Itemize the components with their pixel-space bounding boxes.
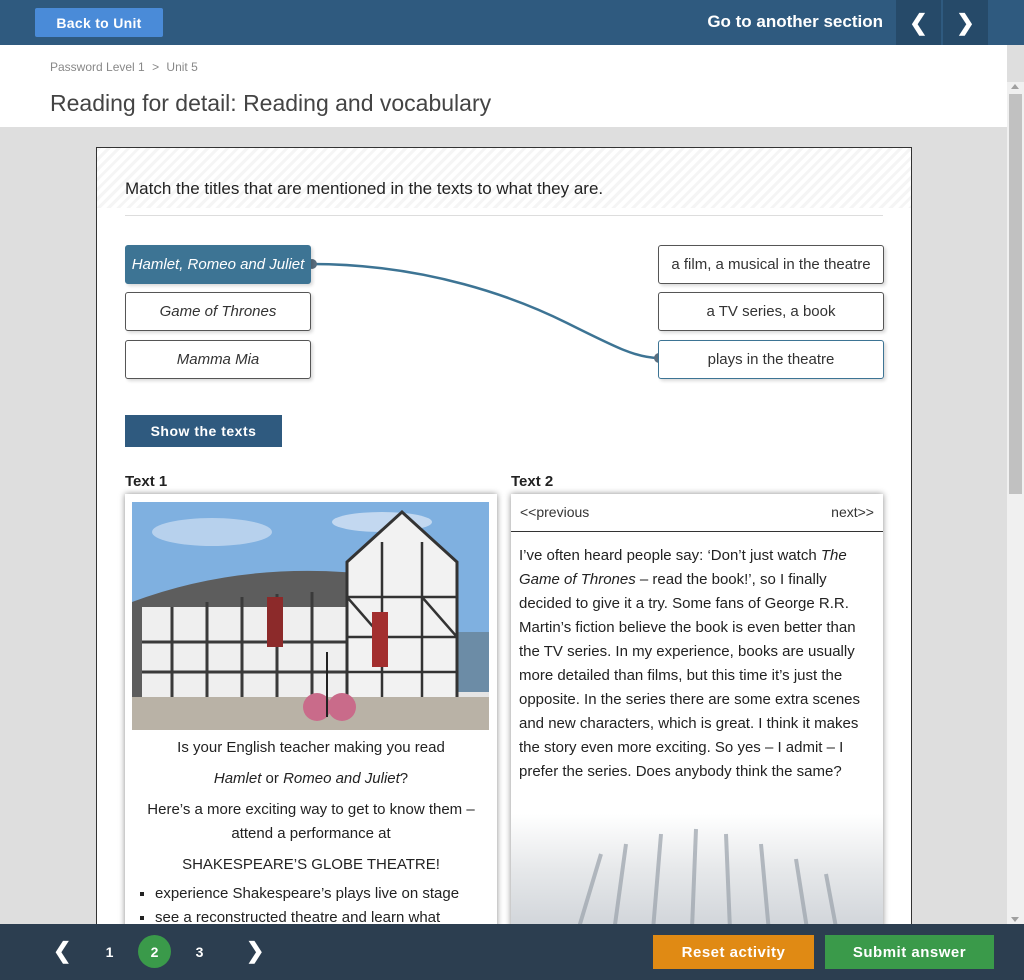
previous-page-button[interactable]: ❮ — [53, 938, 71, 964]
text2-heading: Text 2 — [511, 473, 554, 490]
breadcrumb: Password Level 1 > Unit 5 — [50, 60, 202, 74]
text1-title-hamlet: Hamlet — [213, 770, 262, 787]
text1-panel[interactable]: Is your English teacher making you read … — [125, 494, 497, 936]
globe-theatre-photo — [132, 502, 489, 730]
text1-bullet-list: experience Shakespeare’s plays live on s… — [125, 882, 497, 930]
page-1-button[interactable]: 1 — [93, 935, 126, 968]
list-item: experience Shakespeare’s plays live on s… — [155, 882, 497, 906]
text1-line2: Hamlet or Romeo and Juliet? — [125, 767, 497, 791]
bottom-navigation-bar: ❮ 1 2 3 ❯ Reset activity Submit answer — [0, 924, 1024, 980]
previous-text-link[interactable]: <<previous — [520, 504, 589, 520]
match-left-hamlet[interactable]: Hamlet, Romeo and Juliet — [125, 245, 311, 284]
text2-pager: <<previous next>> — [511, 494, 883, 532]
match-left-game-of-thrones[interactable]: Game of Thrones — [125, 292, 311, 331]
scrollbar-thumb[interactable] — [1009, 94, 1022, 494]
next-page-button[interactable]: ❯ — [246, 938, 264, 964]
text1-line4: SHAKESPEARE’S GLOBE THEATRE! — [182, 856, 440, 873]
breadcrumb-item-level[interactable]: Password Level 1 — [50, 60, 145, 74]
text2-body-part1: I’ve often heard people say: ‘Don’t just… — [519, 547, 821, 564]
match-left-mamma-mia[interactable]: Mamma Mia — [125, 340, 311, 379]
show-texts-button[interactable]: Show the texts — [125, 415, 282, 447]
back-to-unit-button[interactable]: Back to Unit — [35, 8, 163, 37]
page-3-button[interactable]: 3 — [183, 935, 216, 968]
top-bar: Back to Unit Go to another section ❮ ❯ — [0, 0, 1024, 45]
text2-panel[interactable]: <<previous next>> I’ve often heard peopl… — [511, 494, 883, 936]
text2-body: I’ve often heard people say: ‘Don’t just… — [519, 544, 871, 784]
page-2-button[interactable]: 2 — [138, 935, 171, 968]
activity-card: Match the titles that are mentioned in t… — [96, 147, 912, 937]
match-right-tv-series-book[interactable]: a TV series, a book — [658, 292, 884, 331]
submit-answer-button[interactable]: Submit answer — [825, 935, 994, 969]
text1-line3: Here’s a more exciting way to get to kno… — [147, 801, 475, 842]
previous-section-button[interactable]: ❮ — [896, 0, 941, 45]
text1-heading: Text 1 — [125, 473, 168, 490]
scroll-down-arrow-icon[interactable] — [1011, 917, 1019, 922]
chevron-left-icon: ❮ — [909, 9, 928, 35]
text1-question-mark: ? — [399, 770, 409, 787]
page-scrollbar[interactable] — [1007, 82, 1024, 924]
text2-body-part2: – read the book!’, so I finally decided … — [519, 571, 861, 780]
text1-body: Is your English teacher making you read … — [125, 732, 497, 930]
breadcrumb-item-unit[interactable]: Unit 5 — [166, 60, 197, 74]
page-header: Password Level 1 > Unit 5 Reading for de… — [0, 45, 1007, 127]
go-to-another-section-label[interactable]: Go to another section — [707, 12, 883, 32]
text1-title-romeo: Romeo and Juliet — [283, 770, 400, 787]
match-right-plays-theatre[interactable]: plays in the theatre — [658, 340, 884, 379]
reset-activity-button[interactable]: Reset activity — [653, 935, 814, 969]
scroll-up-arrow-icon[interactable] — [1011, 84, 1019, 89]
text1-line1: Is your English teacher making you read — [177, 739, 445, 756]
next-text-link[interactable]: next>> — [831, 504, 874, 520]
chevron-right-icon: ❯ — [956, 9, 975, 35]
text1-or: or — [261, 770, 284, 787]
next-section-button[interactable]: ❯ — [943, 0, 988, 45]
breadcrumb-separator: > — [152, 60, 160, 74]
page-title: Reading for detail: Reading and vocabula… — [50, 90, 492, 116]
globe-theatre-illustration — [132, 502, 489, 730]
iron-throne-image — [511, 814, 883, 936]
match-right-film-musical[interactable]: a film, a musical in the theatre — [658, 245, 884, 284]
